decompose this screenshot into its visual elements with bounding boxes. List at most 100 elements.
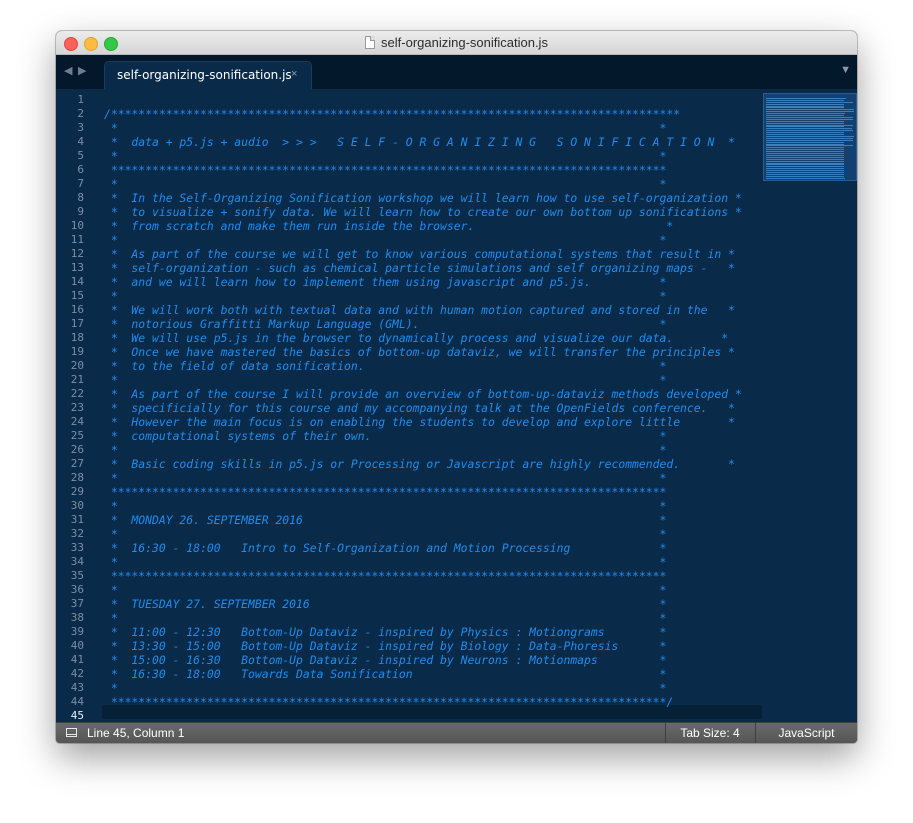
minimap-line [766, 151, 844, 153]
line-number: 43 [70, 681, 84, 694]
code-line: * * [104, 471, 667, 485]
line-number: 16 [70, 303, 84, 316]
tab-self-organizing-sonification[interactable]: self-organizing-sonification.js × [104, 61, 312, 89]
minimap-line [766, 145, 854, 147]
tab-back-arrow-icon[interactable]: ◀ [64, 64, 72, 78]
minimap-line [766, 135, 854, 137]
minimap-line [766, 156, 844, 158]
minimap-line [766, 154, 844, 156]
code-line: * * [104, 373, 667, 387]
minimap-line [766, 141, 844, 143]
line-number: 21 [70, 373, 84, 386]
panel-toggle-icon[interactable] [66, 728, 77, 737]
minimap-line [766, 143, 844, 145]
minimap-line [766, 160, 844, 162]
minimap-line [766, 113, 845, 115]
code-line: * Once we have mastered the basics of bo… [104, 345, 735, 359]
code-line: * 16:30 - 18:00 Towards Data Sonificatio… [104, 667, 667, 681]
minimap-line [766, 107, 844, 109]
tab-close-icon[interactable]: × [291, 68, 297, 80]
tab-forward-arrow-icon[interactable]: ▶ [78, 64, 86, 78]
code-line: * MONDAY 26. SEPTEMBER 2016 * [104, 513, 667, 527]
line-number: 12 [70, 247, 84, 260]
minimap-line [766, 175, 844, 177]
code-line: * * [104, 149, 667, 163]
minimap-line [766, 124, 854, 126]
line-number: 23 [70, 401, 84, 414]
minimap-line [766, 139, 854, 141]
minimap-line [766, 164, 844, 166]
tab-label: self-organizing-sonification.js [117, 68, 292, 82]
line-number: 11 [70, 233, 84, 246]
editor-window: self-organizing-sonification.js ◀ ▶ self… [56, 31, 857, 743]
code-line: * 11:00 - 12:30 Bottom-Up Dataviz - insp… [104, 625, 667, 639]
line-number: 41 [70, 653, 84, 666]
line-number: 33 [70, 541, 84, 554]
code-line: * TUESDAY 27. SEPTEMBER 2016 * [104, 597, 667, 611]
code-line: * specificially for this course and my a… [104, 401, 735, 415]
minimap-line [766, 172, 844, 173]
code-line: ****************************************… [104, 695, 674, 709]
line-number: 27 [70, 457, 84, 470]
minimap-line [766, 173, 844, 175]
line-number: 42 [70, 667, 84, 680]
minimap[interactable] [763, 93, 857, 181]
editor-area[interactable]: 1 2 3 4 5 6 7 8 9 10 11 12 13 14 15 16 17 18 19 20 21 22 23 24 2… [56, 89, 857, 722]
line-number: 22 [70, 387, 84, 400]
code-line: * * [104, 177, 667, 191]
minimap-line [766, 116, 854, 118]
minimap-line [766, 153, 844, 154]
minimap-line [766, 101, 854, 103]
code-line: * data + p5.js + audio > > > S E L F - O… [104, 135, 735, 149]
line-number: 17 [70, 317, 84, 330]
code-text-area[interactable]: /***************************************… [104, 89, 764, 722]
code-line: * As part of the course we will get to k… [104, 247, 735, 261]
minimap-line [766, 122, 844, 124]
line-number: 25 [70, 429, 84, 442]
window-title-text: self-organizing-sonification.js [381, 35, 548, 50]
code-line: * * [104, 443, 667, 457]
line-number: 14 [70, 275, 84, 288]
minimap-line [766, 99, 844, 101]
line-number: 39 [70, 625, 84, 638]
code-line: * * [104, 289, 667, 303]
code-line: * As part of the course I will provide a… [104, 387, 742, 401]
code-line: * to visualize + sonify data. We will le… [104, 205, 742, 219]
line-number: 3 [77, 121, 84, 134]
line-number: 32 [70, 527, 84, 540]
minimap-line [766, 177, 845, 179]
minimap-line [766, 170, 844, 172]
minimap-line [766, 128, 853, 130]
line-number: 5 [77, 149, 84, 162]
minimap-line [766, 137, 854, 139]
code-line: * 13:30 - 15:00 Bottom-Up Dataviz - insp… [104, 639, 667, 653]
line-number: 28 [70, 471, 84, 484]
code-line: * and we will learn how to implement the… [104, 275, 667, 289]
code-line: * * [104, 611, 667, 625]
tab-list-dropdown-icon[interactable]: ▼ [840, 64, 851, 76]
code-line: * to the field of data sonification. * [104, 359, 667, 373]
line-number: 37 [70, 597, 84, 610]
syntax-selector[interactable]: JavaScript [756, 726, 857, 740]
minimap-line [766, 103, 844, 105]
line-number: 8 [77, 191, 84, 204]
code-line: * from scratch and make them run inside … [104, 219, 674, 233]
tab-size-selector[interactable]: Tab Size: 4 [666, 726, 754, 740]
code-line: * We will work both with textual data an… [104, 303, 735, 317]
line-number: 15 [70, 289, 84, 302]
minimap-line [766, 105, 844, 107]
minimap-line [766, 162, 844, 164]
code-line: * * [104, 527, 667, 541]
line-number: 29 [70, 485, 84, 498]
line-number: 19 [70, 345, 84, 358]
window-title: self-organizing-sonification.js [56, 31, 857, 54]
line-number: 24 [70, 415, 84, 428]
line-number: 7 [77, 177, 84, 190]
minimap-line [766, 115, 844, 116]
minimap-line [766, 111, 854, 113]
minimap-line [766, 134, 844, 135]
document-icon [365, 36, 376, 49]
code-line: * * [104, 233, 667, 247]
code-line: * * [104, 499, 667, 513]
code-line: * computational systems of their own. * [104, 429, 667, 443]
